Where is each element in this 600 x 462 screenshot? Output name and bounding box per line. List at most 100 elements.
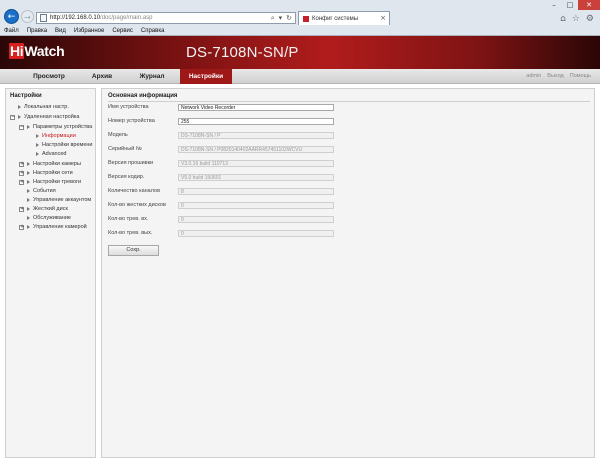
sidebar-item-maintenance[interactable]: Обслуживание [19,214,71,222]
sidebar-item-time[interactable]: Настройки времени [28,141,93,149]
channels-field [178,188,334,195]
arrow-right-icon [27,225,30,229]
alarm-out-label: Кол-во трев. вых. [108,230,153,236]
arrow-right-icon [27,189,30,193]
current-user: admin [526,73,542,79]
sidebar-item-info[interactable]: Информации [28,132,76,140]
expand-icon[interactable]: + [19,179,24,185]
sidebar-item-accounts[interactable]: Управление аккаунтом [19,196,91,204]
hiwatch-logo: HiWatch [9,43,65,59]
browser-menubar: Файл Правка Вид Избранное Сервис Справка [0,27,600,36]
alarm-in-field [178,216,334,223]
arrow-right-icon [27,198,30,202]
menu-favorites[interactable]: Избранное [74,27,104,36]
sidebar-item-events[interactable]: События [19,187,56,195]
collapse-icon[interactable]: − [10,114,15,120]
firmware-label: Версия прошивки [108,160,154,166]
refresh-icon[interactable]: ↻ [286,13,292,23]
close-window-icon[interactable]: ✕ [578,0,600,10]
arrow-right-icon [27,216,30,220]
serial-label: Серийный № [108,146,142,152]
save-button[interactable]: Сохр. [108,245,159,256]
channels-label: Количество каналов [108,188,160,194]
nav-tab-liveview[interactable]: Просмотр [18,69,80,84]
device-number-input[interactable] [178,118,334,125]
expand-icon[interactable]: + [19,170,24,176]
maximize-icon[interactable]: □ [562,0,578,10]
encoder-field [178,174,334,181]
arrow-right-icon [18,115,21,119]
arrow-right-icon [36,143,39,147]
menu-tools[interactable]: Сервис [112,27,133,36]
device-name-input[interactable] [178,104,334,111]
address-bar[interactable]: http://192.168.0.10/doc/page/main.asp ⌕ … [36,12,296,24]
firmware-field [178,160,334,167]
serial-field [178,146,334,153]
sidebar-item-advanced[interactable]: Advanced [28,150,66,158]
settings-gear-icon[interactable]: ⚙ [586,14,594,24]
device-name-label: Имя устройства [108,104,149,110]
alarm-in-label: Кол-во трев. вх. [108,216,149,222]
help-link[interactable]: Помощь [570,69,591,84]
nav-tab-log[interactable]: Журнал [124,69,180,84]
model-label: Модель [108,132,128,138]
arrow-right-icon [27,207,30,211]
hdd-count-field [178,202,334,209]
device-info-panel: Основная информация Имя устройства Номер… [101,88,595,458]
expand-icon[interactable]: + [19,161,24,167]
sidebar-item-device-params[interactable]: − Параметры устройства [19,123,92,131]
device-number-label: Номер устройства [108,118,155,124]
url-host: http://192.168.0.10 [50,15,101,21]
sidebar-item-hdd[interactable]: + Жесткий диск [19,205,68,213]
tab-close-icon[interactable]: × [380,14,386,22]
menu-view[interactable]: Вид [55,27,66,36]
nav-tab-playback[interactable]: Архив [80,69,124,84]
section-title: Основная информация [108,93,178,99]
collapse-icon[interactable]: − [19,124,24,130]
sidebar-item-camera-control[interactable]: + Управление камерой [19,223,87,231]
back-arrow-icon[interactable]: ← [4,9,19,24]
home-icon[interactable]: ⌂ [560,14,566,24]
menu-file[interactable]: Файл [4,27,19,36]
arrow-right-icon [36,134,39,138]
page-icon [40,14,47,22]
url-path: /doc/page/main.asp [100,15,153,21]
app-header: HiWatch DS-7108N-SN/P [0,36,600,69]
device-model-title: DS-7108N-SN/P [186,44,299,61]
sidebar-item-camera[interactable]: + Настройки камеры [19,160,81,168]
arrow-right-icon [18,105,21,109]
browser-tab[interactable]: Конфиг системы × [298,11,390,25]
arrow-right-icon [27,171,30,175]
sidebar-item-local[interactable]: Локальная настр. [10,103,69,111]
hdd-count-label: Кол-во жестких дисков [108,202,166,208]
minimize-icon[interactable]: – [546,0,562,10]
menu-edit[interactable]: Правка [27,27,47,36]
main-navigation: Просмотр Архив Журнал Настройки admin Вы… [0,69,600,84]
browser-chrome: – □ ✕ ← → http://192.168.0.10/doc/page/m… [0,0,600,36]
menu-help[interactable]: Справка [141,27,165,36]
search-icon[interactable]: ⌕ [271,13,275,23]
tab-favicon-icon [303,15,309,22]
expand-icon[interactable]: + [19,224,24,230]
arrow-right-icon [27,162,30,166]
model-field [178,132,334,139]
section-divider [108,101,590,102]
sidebar-item-network[interactable]: + Настройки сети [19,169,73,177]
settings-sidebar: Настройки Локальная настр. − Удаленная н… [5,88,96,458]
forward-arrow-icon[interactable]: → [21,10,34,23]
arrow-right-icon [36,152,39,156]
arrow-right-icon [27,180,30,184]
logout-link[interactable]: Выход [547,69,563,84]
sidebar-item-alarm[interactable]: + Настройки тревоги [19,178,81,186]
nav-tab-settings[interactable]: Настройки [180,69,232,84]
sidebar-item-remote[interactable]: − Удаленная настройка [10,113,79,121]
arrow-right-icon [27,125,30,129]
sidebar-title: Настройки [10,93,42,99]
expand-icon[interactable]: + [19,206,24,212]
tab-title: Конфиг системы [312,15,359,22]
dropdown-icon[interactable]: ▾ [279,13,283,23]
alarm-out-field [178,230,334,237]
favorites-star-icon[interactable]: ☆ [572,14,580,24]
encoder-label: Версия кодир. [108,174,145,180]
window-controls: – □ ✕ [546,0,600,10]
